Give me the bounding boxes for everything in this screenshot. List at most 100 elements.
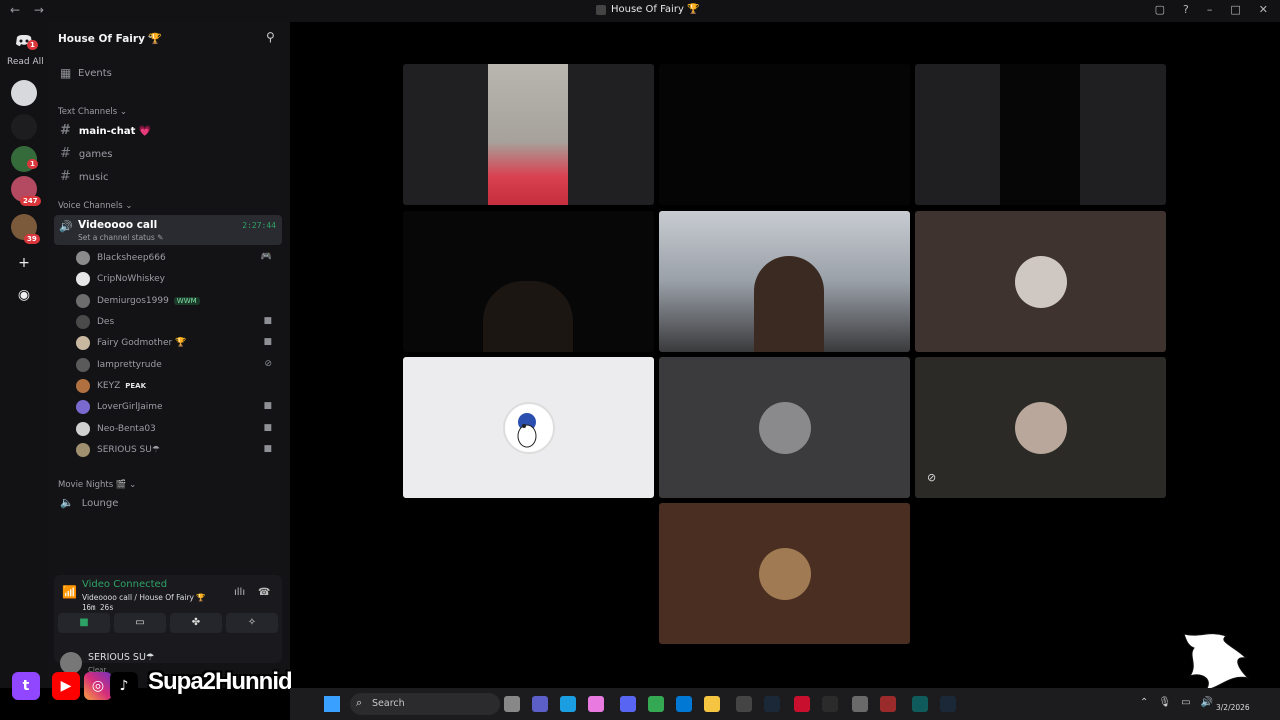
inbox-icon[interactable]: ▢ [1155,3,1165,16]
avatar [759,548,811,600]
steam-icon[interactable] [764,696,780,712]
voice-member[interactable]: SERIOUS SU☂ ■ [76,441,278,459]
task-view-icon[interactable] [504,696,520,712]
voice-member[interactable]: LoverGirlJaime ■ [76,398,278,416]
minimize-button[interactable]: – [1207,3,1213,16]
copilot-icon[interactable] [532,696,548,712]
obs-icon[interactable] [736,696,752,712]
voice-member[interactable]: Iamprettyrude ⊘ [76,356,278,374]
folder-icon[interactable] [704,696,720,712]
disconnect-icon[interactable]: ☎ [258,587,270,598]
network-icon: ▭ [1181,697,1191,708]
category-text-channels[interactable]: Text Channels ⌄ [58,107,127,117]
server-header[interactable]: House Of Fairy 🏆 ⌄ ⚲ [48,22,290,54]
avatar [76,379,90,393]
avatar [76,336,90,350]
category-voice-channels[interactable]: Voice Channels ⌄ [58,201,132,211]
video-tile[interactable] [659,503,910,644]
voice-member[interactable]: Fairy Godmother 🏆 ■ [76,334,278,352]
close-button[interactable]: ✕ [1259,3,1268,16]
channel-lounge[interactable]: 🔈 Lounge [60,496,118,509]
discord-icon[interactable] [620,696,636,712]
voice-member[interactable]: Demiurgos1999 WWM [76,292,278,310]
video-icon: ■ [263,423,272,433]
steam-icon[interactable] [940,696,956,712]
server-rail: 1 Read All 1 247 39 + ◉ [0,22,48,688]
server-icon-2[interactable] [11,114,37,140]
video-tile[interactable] [403,64,654,205]
windows-start-icon[interactable] [324,696,340,712]
channel-music[interactable]: # music [60,169,108,184]
taskbar: ⌕ Search ⌃ 🎙 ▭ 🔊 3/2/2026 [290,688,1280,720]
chrome-icon[interactable] [648,696,664,712]
noise-suppression-icon[interactable]: ıllı [234,587,245,598]
voice-member[interactable]: Des ■ [76,313,278,331]
help-icon[interactable]: ? [1183,3,1189,16]
app-icon[interactable] [880,696,896,712]
chevron-up-icon: ⌃ [1140,697,1149,708]
voice-member[interactable]: KEYZ PEAK [76,377,278,395]
chevron-down-icon: ⌄ [146,30,155,41]
soundboard-button[interactable]: ✧ [226,613,278,633]
app-icon[interactable] [794,696,810,712]
settings-icon[interactable] [852,696,868,712]
taskbar-date[interactable]: 3/2/2026 [1216,703,1250,712]
avatar [76,315,90,329]
forward-arrow-icon[interactable]: → [34,3,44,17]
video-icon: ■ [263,401,272,411]
back-arrow-icon[interactable]: ← [10,3,20,17]
call-timer: 2:27:44 [242,221,276,230]
voice-member[interactable]: CripNoWhiskey [76,270,278,288]
activities-button[interactable]: ✤ [170,613,222,633]
avatar [76,422,90,436]
video-tile[interactable] [403,211,654,352]
maximize-button[interactable]: □ [1230,3,1240,16]
unread-badge: 1 [27,159,38,169]
calendar-icon: ▦ [60,66,72,80]
channel-main-chat[interactable]: # main-chat 💗 [60,123,151,138]
muted-mic-icon: ⊘ [264,359,272,369]
app-icon[interactable] [588,696,604,712]
add-server-icon[interactable]: + [11,250,37,276]
avatar [76,251,90,265]
server-house-of-fairy[interactable] [11,80,37,106]
video-tile[interactable] [403,357,654,498]
video-tile[interactable] [659,64,910,205]
screen-share-button[interactable]: ▭ [114,613,166,633]
avatar [1015,256,1067,308]
voice-member[interactable]: Blacksheep666 🎮 [76,249,278,267]
voice-channel-active[interactable]: 🔊 Videoooo call Set a channel status ✎ 2… [54,215,282,245]
signal-icon[interactable]: 📶 [62,585,77,599]
edge-icon[interactable] [560,696,576,712]
video-tile[interactable] [915,211,1166,352]
taskbar-search[interactable]: ⌕ Search [350,693,500,715]
explore-icon[interactable]: ◉ [11,282,37,308]
store-icon[interactable] [676,696,692,712]
system-tray[interactable]: ⌃ 🎙 ▭ 🔊 [1140,697,1213,708]
window-controls: ▢ ? – □ ✕ [1155,3,1268,16]
connection-status[interactable]: Video Connected [82,579,167,590]
channel-games[interactable]: # games [60,146,113,161]
video-tile[interactable] [659,357,910,498]
window-title: House Of Fairy 🏆 [596,4,700,15]
voice-member[interactable]: Neo-Benta03 ■ [76,420,278,438]
connection-channel[interactable]: Videoooo call / House Of Fairy 🏆 [82,593,206,602]
terminal-icon[interactable] [912,696,928,712]
invite-icon[interactable]: ⚲ [266,30,275,44]
playstation-icon: 🎮 [260,252,272,262]
unread-badge: 39 [24,234,40,244]
video-tile[interactable] [915,64,1166,205]
video-tile[interactable] [659,211,910,352]
unread-badge: 1 [27,40,38,50]
video-feed [1000,64,1080,205]
camera-button[interactable]: ■ [58,613,110,633]
app-icon[interactable] [822,696,838,712]
read-all-button[interactable]: Read All [7,57,44,67]
avatar [1015,402,1067,454]
avatar [76,400,90,414]
video-icon: ■ [263,337,272,347]
video-tile[interactable]: ⊘ [915,357,1166,498]
category-movie-nights[interactable]: Movie Nights 🎬 ⌄ [58,480,136,490]
nav-buttons: ← → [10,3,54,17]
events-item[interactable]: ▦ Events [60,66,112,80]
